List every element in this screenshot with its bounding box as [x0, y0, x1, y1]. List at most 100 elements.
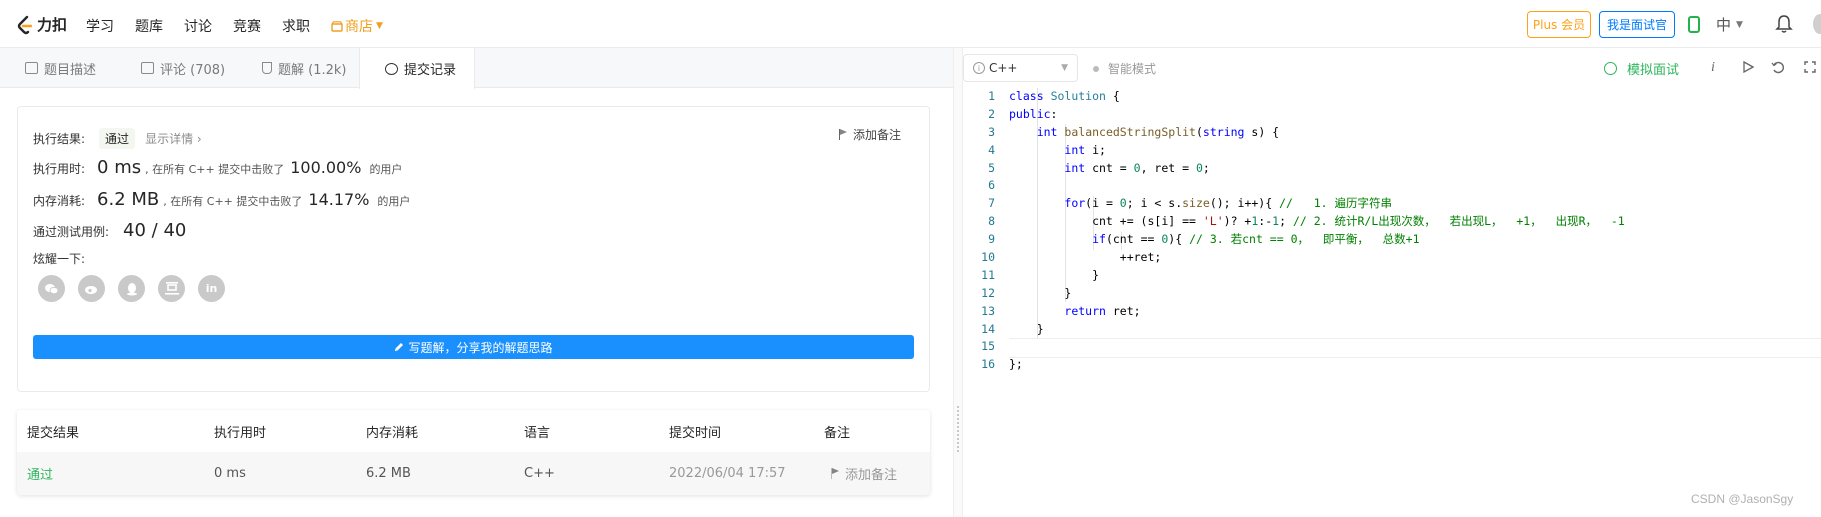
memory-beat-text: , 在所有 C++ 提交中击败了 — [163, 195, 303, 208]
weibo-icon[interactable] — [78, 275, 105, 302]
qq-icon[interactable] — [118, 275, 145, 302]
share-label: 炫耀一下: — [33, 252, 86, 266]
language-label: 中 — [1716, 16, 1732, 34]
share-icons: in — [38, 275, 225, 302]
logo-text: 力扣 — [37, 16, 68, 34]
mock-interview-label: 模拟面试 — [1627, 63, 1680, 78]
add-note-label: 添加备注 — [853, 128, 902, 142]
leetcode-logo-icon — [17, 15, 33, 34]
chevron-down-icon: ▼ — [1736, 19, 1743, 30]
flag-icon — [839, 129, 848, 140]
flag-icon — [831, 468, 840, 479]
status-badge: 通过 — [99, 128, 136, 149]
fullscreen-icon[interactable] — [1803, 60, 1817, 74]
tab-description[interactable]: 题目描述 — [25, 48, 96, 88]
douban-icon[interactable] — [158, 275, 185, 302]
nav-link-contest[interactable]: 竞赛 — [233, 16, 261, 36]
line-number: 4 — [988, 142, 995, 157]
tab-comments[interactable]: 评论 (708) — [141, 48, 225, 88]
write-solution-button[interactable]: 写题解，分享我的解题思路 — [33, 335, 914, 359]
tab-submissions[interactable]: 提交记录 — [359, 48, 475, 89]
line-number: 12 — [981, 285, 995, 300]
status-label: 执行结果: — [33, 132, 86, 146]
header-note: 备注 — [824, 425, 851, 441]
chevron-down-icon: ▼ — [1061, 63, 1068, 73]
line-number: 2 — [988, 106, 995, 121]
pane-splitter[interactable] — [953, 48, 963, 517]
interviewer-button[interactable]: 我是面试官 — [1599, 11, 1675, 38]
mobile-app-icon[interactable] — [1688, 16, 1700, 33]
line-number: 1 — [988, 89, 995, 103]
tab-label: 评论 (708) — [160, 62, 226, 78]
flask-icon — [262, 62, 272, 74]
line-number: 13 — [981, 303, 995, 318]
alarm-clock-icon — [1604, 62, 1617, 75]
line-number: 11 — [981, 267, 995, 282]
wechat-glyph — [45, 283, 59, 294]
code-line: if(cnt == 0){ // 3. 若cnt == 0， 即平衡， 总数+1 — [1092, 232, 1420, 247]
row-result[interactable]: 通过 — [27, 452, 53, 495]
language-select[interactable]: i C++ ▼ — [963, 54, 1078, 82]
memory-row: 内存消耗: 6.2 MB , 在所有 C++ 提交中击败了 14.17% 的用户 — [33, 189, 410, 210]
tests-value: 40 / 40 — [123, 220, 187, 241]
language-switcher[interactable]: 中 ▼ — [1716, 14, 1743, 35]
code-line: cnt += (s[i] == 'L')? +1:-1; // 2. 统计R/L… — [1009, 214, 1625, 229]
memory-percentile: 14.17% — [308, 190, 370, 209]
notification-bell-icon[interactable] — [1775, 14, 1793, 34]
runtime-row: 执行用时: 0 ms , 在所有 C++ 提交中击败了 100.00% 的用户 — [33, 157, 402, 178]
header-memory: 内存消耗 — [366, 425, 419, 441]
nav-link-learn[interactable]: 学习 — [86, 16, 114, 36]
problem-tabs: 题目描述 评论 (708) 题解 (1.2k) 提交记录 — [0, 48, 953, 89]
show-details-link[interactable]: 显示详情 › — [145, 130, 202, 147]
qq-glyph — [126, 282, 137, 295]
memory-label: 内存消耗: — [33, 194, 86, 208]
plus-membership-button[interactable]: Plus 会员 — [1527, 11, 1591, 38]
linkedin-icon[interactable]: in — [198, 275, 225, 302]
code-line: int i; — [1064, 142, 1106, 157]
nav-link-problems[interactable]: 题库 — [135, 16, 163, 36]
nav-link-jobs[interactable]: 求职 — [282, 16, 310, 36]
show-details-label: 显示详情 — [145, 132, 194, 146]
tab-label: 提交记录 — [404, 63, 457, 78]
code-line: for(i = 0; i < s.size(); i++){ // 1. 遍历字… — [1064, 196, 1392, 211]
row-add-note-button[interactable]: 添加备注 — [831, 452, 897, 495]
csdn-watermark: CSDN @JasonSgy — [1691, 492, 1794, 506]
code-line: ++ret; — [1009, 250, 1162, 265]
nav-link-discuss[interactable]: 讨论 — [184, 16, 212, 36]
leetcode-logo[interactable]: 力扣 — [16, 14, 67, 35]
code-editor[interactable]: 1 2 3 4 5 6 7 8 9 10 11 12 13 14 15 16 c… — [963, 88, 1821, 517]
add-note-button[interactable]: 添加备注 — [839, 126, 901, 143]
tab-solutions[interactable]: 题解 (1.2k) — [262, 48, 346, 88]
smart-mode-dot-icon — [1093, 65, 1099, 72]
memory-suffix: 的用户 — [377, 195, 411, 208]
user-avatar[interactable] — [1813, 14, 1821, 34]
wechat-icon[interactable] — [38, 275, 65, 302]
code-line: int balancedStringSplit(string s) { — [1036, 124, 1280, 139]
line-number: 6 — [988, 178, 995, 193]
mock-interview-button[interactable]: 模拟面试 — [1604, 59, 1679, 78]
tab-label: 题解 (1.2k) — [278, 62, 347, 78]
line-number: 9 — [988, 232, 995, 247]
header-runtime: 执行用时 — [214, 425, 267, 441]
nav-link-shop[interactable]: 商店 ▼ — [331, 16, 383, 36]
drag-handle-icon — [957, 406, 959, 452]
run-icon[interactable] — [1743, 61, 1754, 73]
runtime-beat-text: , 在所有 C++ 提交中击败了 — [145, 163, 285, 176]
smart-mode-toggle[interactable]: 智能模式 — [1093, 60, 1156, 77]
document-icon — [25, 62, 38, 74]
table-header: 提交结果 执行用时 内存消耗 语言 提交时间 备注 — [17, 410, 930, 452]
memory-value: 6.2 MB — [97, 189, 160, 210]
table-row[interactable]: 通过 0 ms 6.2 MB C++ 2022/06/04 17:57 添加备注 — [17, 452, 930, 495]
line-number: 5 — [988, 160, 995, 175]
line-number: 7 — [988, 196, 995, 211]
code-line: }; — [1009, 357, 1023, 372]
code-lines: class Solution { public: int balancedStr… — [1009, 88, 1821, 374]
info-italic-icon[interactable]: i — [1711, 60, 1715, 76]
shop-label: 商店 — [345, 19, 373, 35]
reset-icon[interactable] — [1771, 60, 1785, 74]
line-number: 8 — [988, 214, 995, 229]
editor-toolbar: i C++ ▼ 智能模式 模拟面试 i — [963, 48, 1821, 88]
tab-label: 题目描述 — [44, 62, 97, 78]
status-row: 执行结果: 通过 显示详情 › — [33, 128, 202, 149]
